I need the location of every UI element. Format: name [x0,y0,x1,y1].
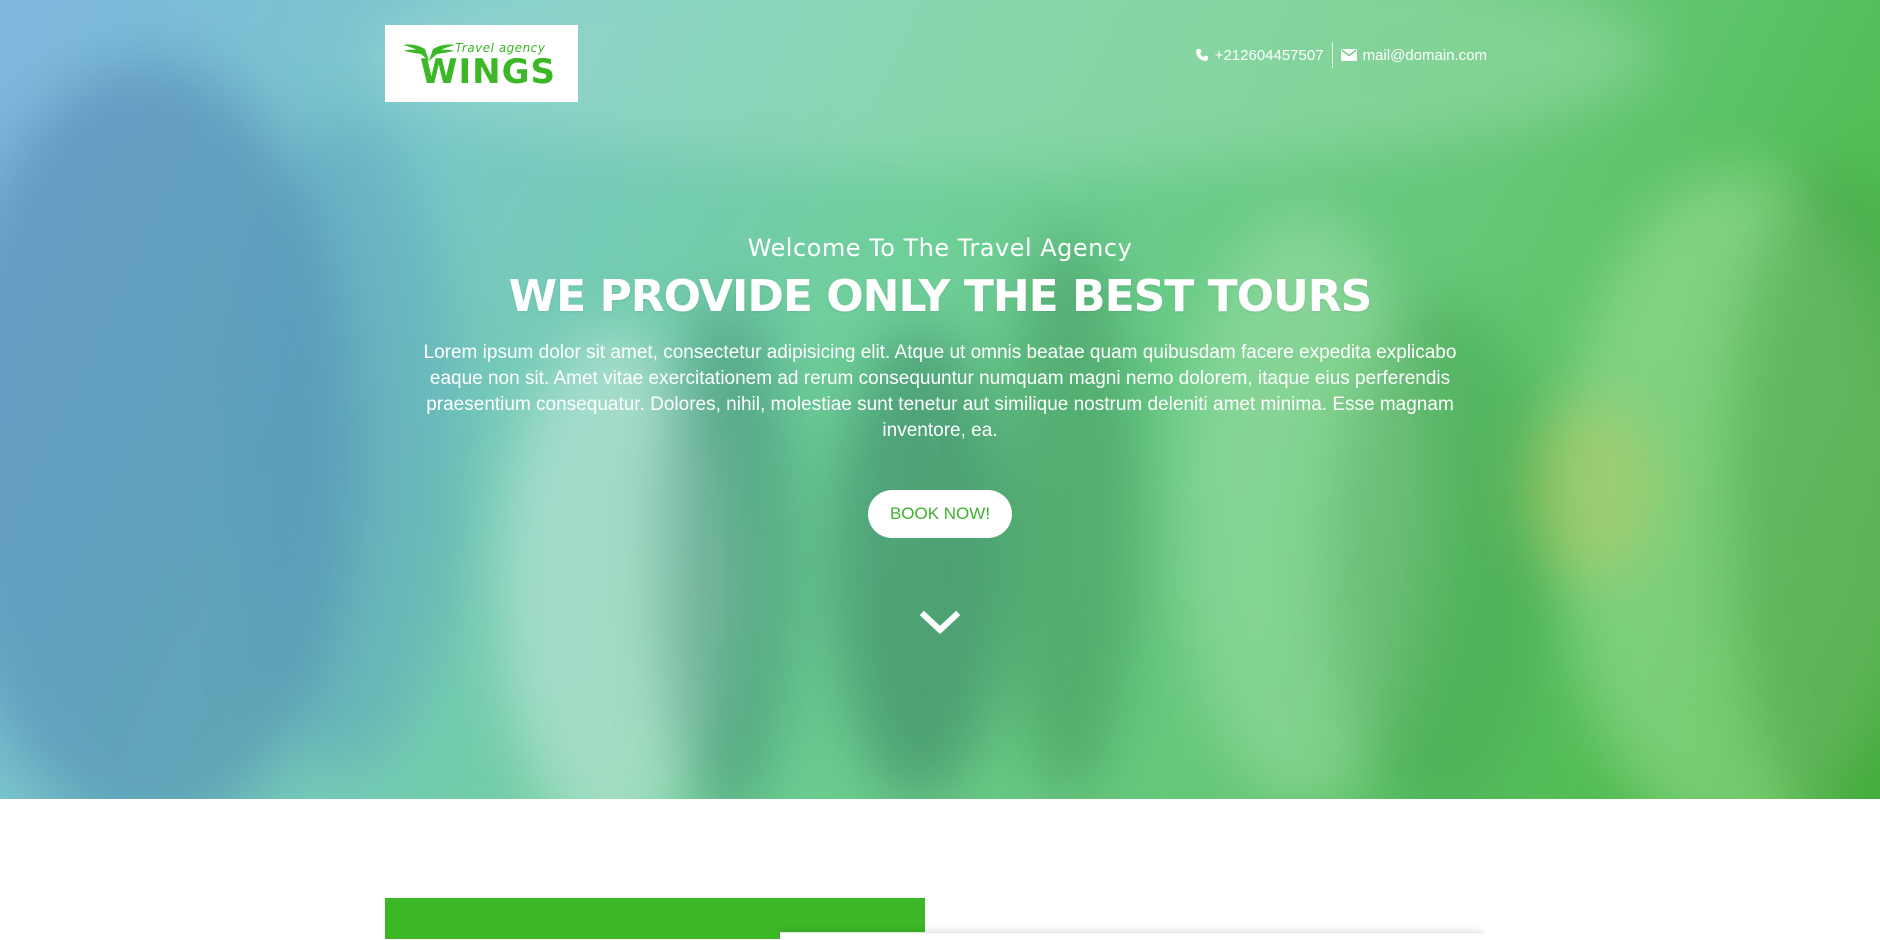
contact-divider [1331,42,1333,68]
hero-description: Lorem ipsum dolor sit amet, consectetur … [423,342,1457,441]
logo-wordmark: WINGS [420,52,557,92]
email-link[interactable]: mail@domain.com [1340,46,1487,64]
chevron-down-icon[interactable] [920,608,960,638]
book-now-button[interactable]: BOOK NOW! [868,490,1012,538]
phone-link[interactable]: +212604457507 [1195,47,1324,64]
phone-icon [1195,49,1208,61]
background-blur [1520,400,1660,580]
hero-subtitle: Welcome To The Travel Agency [747,234,1133,262]
email-address: mail@domain.com [1362,46,1487,64]
envelope-icon [1340,49,1357,61]
background-blur [230,120,460,770]
contact-bar: +212604457507 mail@domain.com [1195,42,1487,68]
hero-section: Travel agency WINGS +212604457507 mail@d… [0,0,1880,799]
phone-number: +212604457507 [1214,46,1324,64]
site-logo[interactable]: Travel agency WINGS [385,25,578,102]
hero-title: WE PROVIDE ONLY THE BEST TOURS [508,271,1373,322]
